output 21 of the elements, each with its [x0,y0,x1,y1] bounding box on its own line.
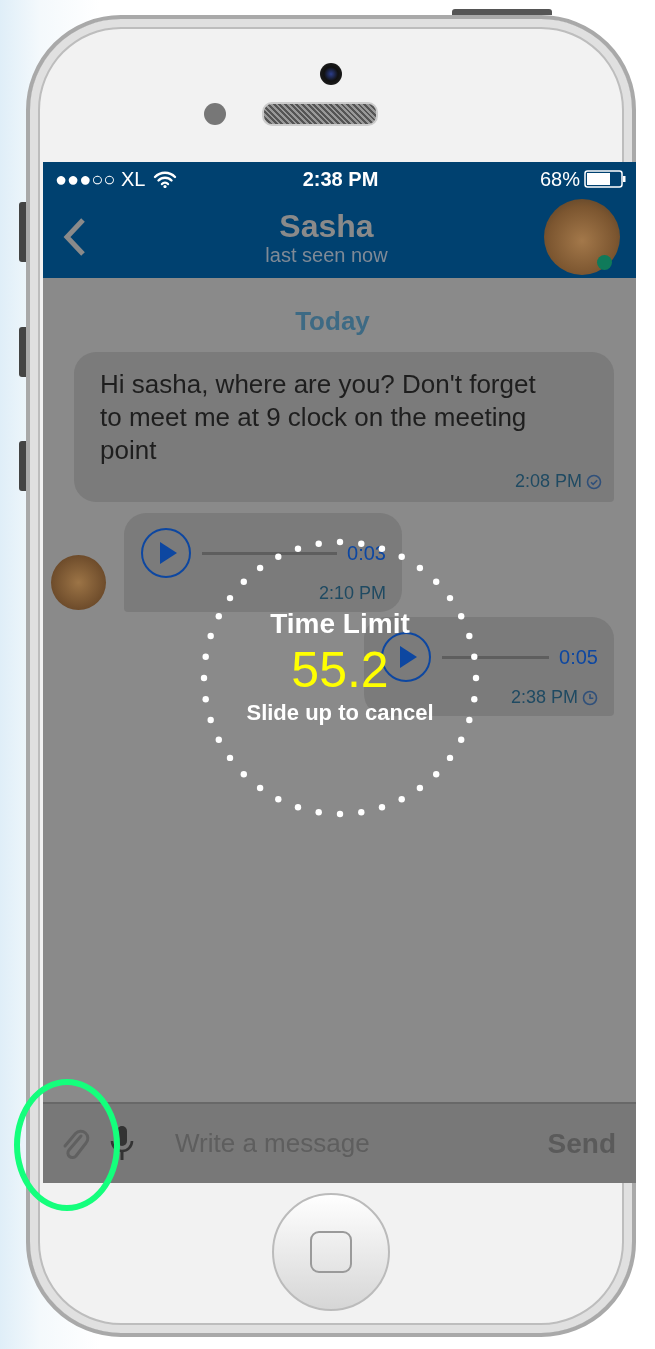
sender-avatar [51,555,106,610]
message-text: Hi sasha, where are you? Don't forget to meet me at 9 clock on the meeting point [100,368,537,467]
message-time: 2:10 PM [318,583,386,604]
date-divider: Today [294,306,371,337]
audio-duration: 0:05 [559,645,598,669]
carrier-signal: ●●●○○ XL [55,167,146,191]
wifi-icon [153,170,178,188]
clock-time: 2:38 PM [302,167,379,191]
time-limit-label: Time Limit [270,608,410,640]
battery-icon [584,170,626,188]
home-square-icon [310,1231,352,1273]
dotted-ring-icon [200,538,480,818]
battery-percent: 68% [539,167,580,191]
message-time: 2:38 PM [510,687,578,708]
cancel-hint: Slide up to cancel [246,700,434,726]
last-seen-status: last seen now [265,243,388,267]
message-time: 2:08 PM [514,471,582,492]
sensor-dot [204,103,226,125]
contact-name: Sasha [279,207,374,244]
camera-lens [320,63,342,85]
countdown-timer: 55.2 [291,641,389,700]
